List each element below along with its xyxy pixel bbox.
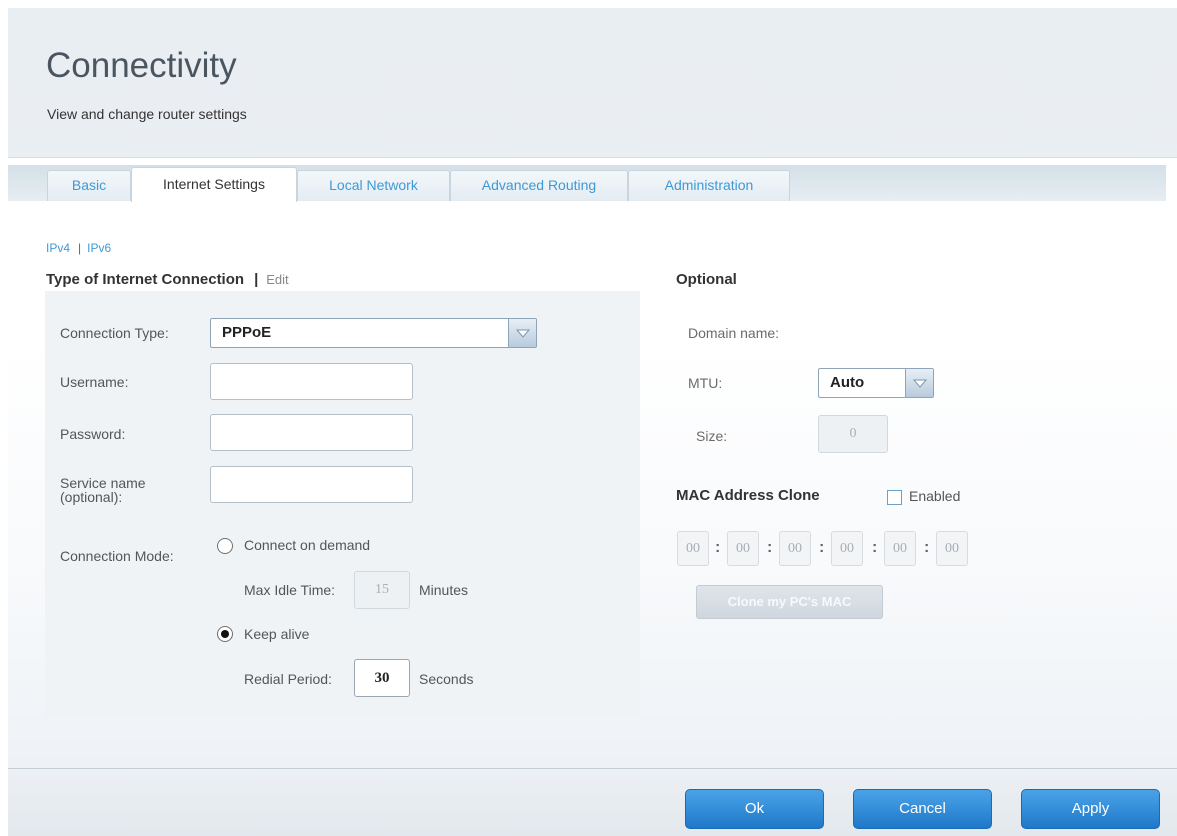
tab-internet-settings[interactable]: Internet Settings — [131, 167, 297, 202]
mac-separator: : — [872, 539, 878, 556]
tab-basic[interactable]: Basic — [47, 170, 131, 201]
mac-segment-4[interactable]: 00 — [831, 531, 863, 566]
mac-clone-enabled-label: Enabled — [909, 488, 961, 504]
connection-type-select[interactable]: PPPoE — [210, 318, 537, 348]
domain-name-label: Domain name: — [688, 325, 780, 341]
mac-segment-2[interactable]: 00 — [727, 531, 759, 566]
connection-settings-box — [45, 291, 640, 717]
optional-section-title: Optional — [676, 271, 737, 288]
ipv6-link[interactable]: IPv6 — [87, 241, 111, 255]
mac-separator: : — [767, 539, 773, 556]
header-separator: | — [254, 271, 259, 288]
mac-clone-enabled-checkbox[interactable] — [887, 490, 902, 505]
max-idle-time-input[interactable]: 15 — [354, 571, 410, 609]
service-name-input[interactable] — [210, 466, 413, 503]
mac-segment-3[interactable]: 00 — [779, 531, 811, 566]
service-name-label-line1: Service name — [60, 475, 146, 491]
ip-version-switch: IPv4 | IPv6 — [46, 241, 111, 255]
page-subtitle: View and change router settings — [47, 106, 247, 122]
mac-separator: : — [819, 539, 825, 556]
connection-type-value: PPPoE — [222, 324, 272, 341]
mtu-value: Auto — [830, 374, 865, 391]
connection-section-title: Type of Internet Connection — [46, 271, 245, 288]
mac-clone-title: MAC Address Clone — [676, 487, 820, 504]
ip-separator: | — [78, 241, 82, 255]
chevron-down-icon — [508, 319, 536, 347]
tab-advanced-routing[interactable]: Advanced Routing — [450, 170, 628, 201]
username-label: Username: — [60, 374, 129, 390]
mac-segment-6[interactable]: 00 — [936, 531, 968, 566]
max-idle-unit: Minutes — [419, 582, 469, 598]
keep-alive-radio[interactable] — [217, 626, 233, 642]
keep-alive-label: Keep alive — [244, 626, 310, 642]
mac-separator: : — [924, 539, 930, 556]
redial-period-label: Redial Period: — [244, 671, 332, 687]
ipv4-link[interactable]: IPv4 — [46, 241, 70, 255]
redial-period-input[interactable]: 30 — [354, 659, 410, 697]
mtu-select[interactable]: Auto — [818, 368, 934, 398]
connection-section-header: Type of Internet Connection | Edit — [46, 271, 289, 288]
service-name-label-line2: (optional): — [60, 489, 123, 505]
redial-period-unit: Seconds — [419, 671, 474, 687]
footer-bar — [8, 770, 1177, 836]
tab-local-network[interactable]: Local Network — [297, 170, 450, 201]
mac-separator: : — [715, 539, 721, 556]
edit-link[interactable]: Edit — [266, 272, 288, 287]
connection-type-label: Connection Type: — [60, 325, 169, 341]
password-input[interactable] — [210, 414, 413, 451]
connect-on-demand-radio[interactable] — [217, 538, 233, 554]
mac-segment-5[interactable]: 00 — [884, 531, 916, 566]
connection-mode-label: Connection Mode: — [60, 548, 174, 564]
mtu-label: MTU: — [688, 375, 723, 391]
page-title: Connectivity — [46, 46, 237, 85]
username-input[interactable] — [210, 363, 413, 400]
password-label: Password: — [60, 426, 126, 442]
chevron-down-icon — [905, 369, 933, 397]
cancel-button[interactable]: Cancel — [853, 789, 992, 829]
clone-mac-button[interactable]: Clone my PC's MAC — [696, 585, 883, 619]
tab-administration[interactable]: Administration — [628, 170, 790, 201]
connect-on-demand-label: Connect on demand — [244, 537, 371, 553]
size-label: Size: — [696, 428, 728, 444]
apply-button[interactable]: Apply — [1021, 789, 1160, 829]
max-idle-time-label: Max Idle Time: — [244, 582, 336, 598]
service-name-label: Service name (optional): — [60, 476, 146, 504]
size-input[interactable]: 0 — [818, 415, 888, 453]
ok-button[interactable]: Ok — [685, 789, 824, 829]
mac-segment-1[interactable]: 00 — [677, 531, 709, 566]
